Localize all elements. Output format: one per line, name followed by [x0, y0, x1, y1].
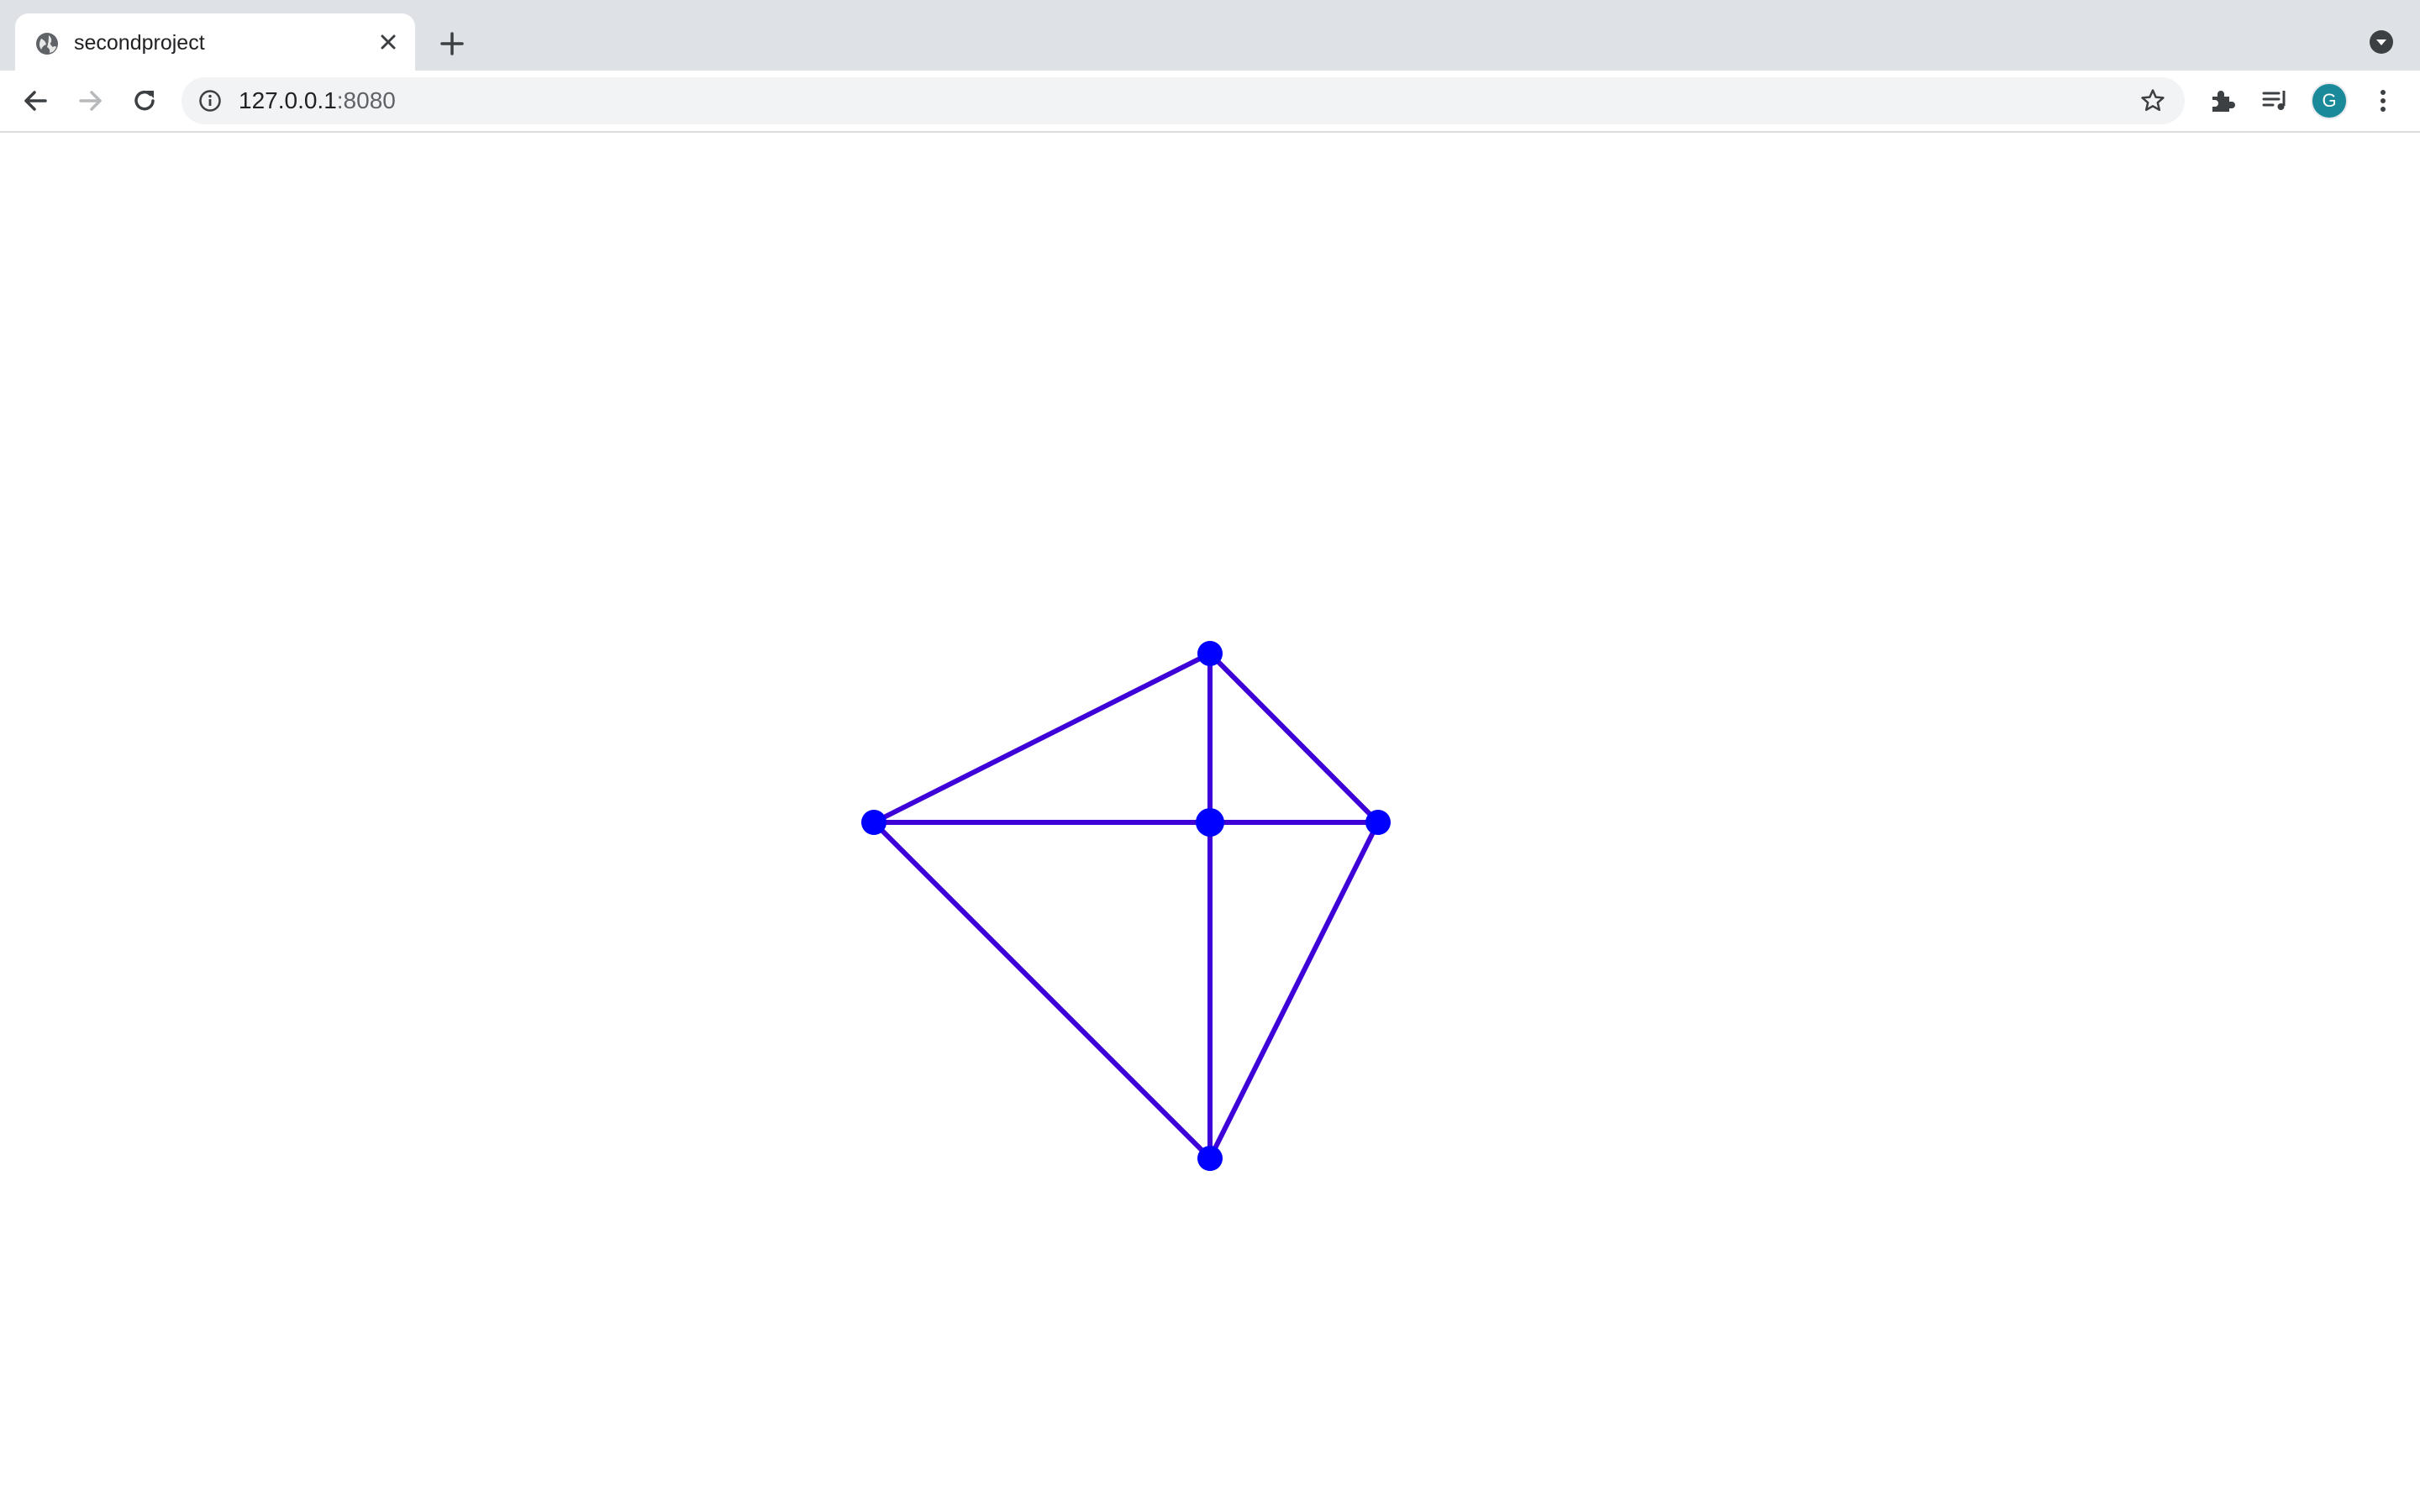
graph-edge-top-right: [1207, 651, 1381, 825]
plus-icon[interactable]: [437, 29, 467, 59]
graph-node-left[interactable]: [861, 810, 886, 835]
graph-edge-left-bottom: [871, 820, 1213, 1161]
arrow-right-icon[interactable]: [76, 86, 106, 116]
graph-node-right[interactable]: [1365, 810, 1391, 835]
chevron-down-circle-icon[interactable]: [2368, 29, 2395, 55]
graph-edge-top-left: [871, 651, 1213, 825]
info-icon[interactable]: [198, 89, 222, 113]
graph-edge-right-bottom: [1207, 820, 1381, 1161]
star-icon[interactable]: [2139, 87, 2166, 114]
url-host: 127.0.0.1: [239, 87, 337, 113]
arrow-left-icon[interactable]: [20, 86, 50, 116]
media-queue-icon[interactable]: [2260, 86, 2291, 116]
network-graph: [861, 641, 1391, 1171]
tab-secondproject[interactable]: secondproject: [15, 13, 415, 71]
avatar[interactable]: G: [2311, 82, 2348, 119]
globe-icon: [34, 30, 60, 57]
puzzle-icon[interactable]: [2207, 86, 2237, 116]
close-icon[interactable]: [375, 29, 402, 55]
url-port: :8080: [336, 87, 396, 113]
tab-title: secondproject: [74, 31, 205, 55]
page-content: [0, 133, 2420, 1512]
reload-icon[interactable]: [129, 86, 160, 116]
url-text[interactable]: 127.0.0.1:8080: [239, 77, 396, 124]
more-vert-icon[interactable]: [2368, 86, 2398, 116]
graph-node-center[interactable]: [1196, 808, 1224, 837]
graph-node-bottom[interactable]: [1197, 1146, 1223, 1171]
tab-strip: secondproject: [0, 0, 2420, 71]
address-bar[interactable]: 127.0.0.1:8080: [182, 77, 2185, 124]
graph-node-top[interactable]: [1197, 641, 1223, 666]
browser-toolbar: 127.0.0.1:8080 G: [0, 71, 2420, 133]
